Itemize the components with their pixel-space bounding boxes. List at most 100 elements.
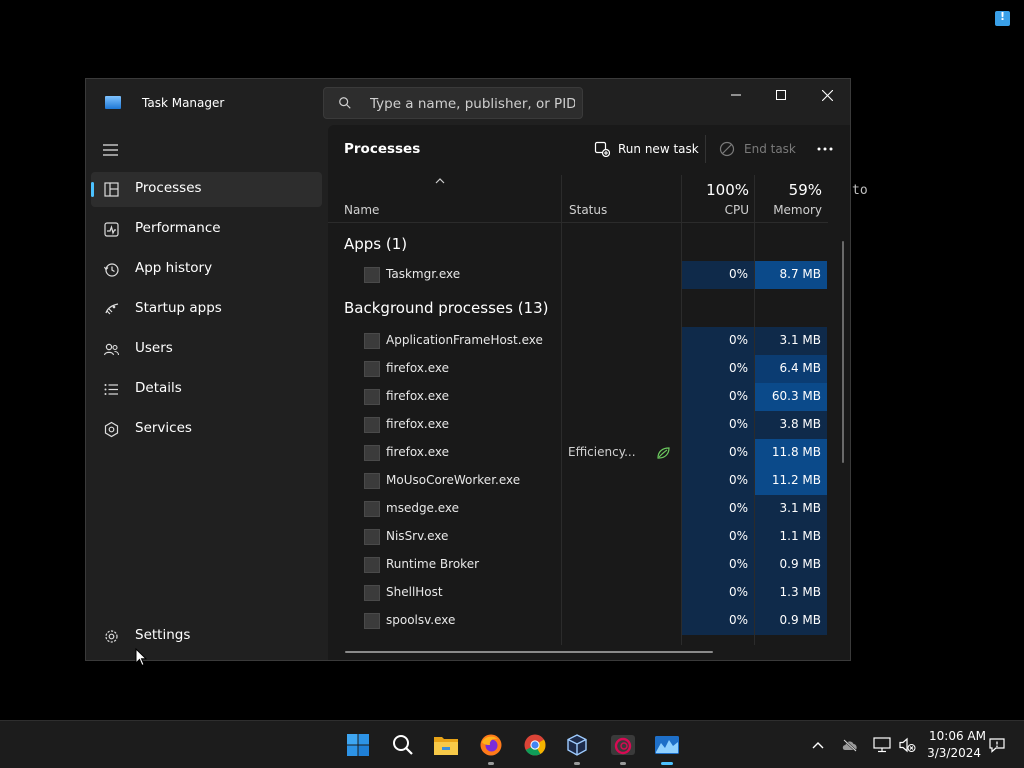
run-new-task-button[interactable]: Run new task — [594, 137, 699, 161]
close-button[interactable] — [804, 79, 850, 111]
cpu-value: 0% — [728, 333, 748, 347]
task-manager-window: Task Manager Processes Performance — [85, 78, 851, 661]
table-row[interactable]: ApplicationFrameHost.exe 0% 3.1 MB — [328, 327, 828, 355]
cpu-cell: 0% — [682, 523, 754, 551]
network-disconnected-icon — [873, 737, 891, 753]
taskbar-debian[interactable] — [607, 729, 639, 765]
settings-label: Settings — [135, 627, 191, 643]
sidebar-item-details[interactable]: Details — [91, 372, 322, 407]
clock-time[interactable]: 10:06 AM — [924, 729, 986, 743]
startup-apps-icon — [105, 303, 119, 315]
process-icon — [364, 529, 380, 545]
windows-start-icon — [347, 734, 369, 756]
show-hidden-icons-button[interactable] — [808, 735, 828, 755]
table-row[interactable]: Runtime Broker 0% 0.9 MB — [328, 551, 828, 579]
hamburger-menu-icon[interactable] — [100, 140, 122, 160]
onedrive-tray-button[interactable] — [840, 735, 860, 755]
memory-value: 0.9 MB — [779, 557, 821, 571]
horizontal-scrollbar[interactable] — [345, 651, 713, 653]
table-row[interactable]: MoUsoCoreWorker.exe 0% 11.2 MB — [328, 467, 828, 495]
notifications-button[interactable] — [987, 735, 1007, 755]
table-row[interactable]: firefox.exe Efficiency... 0% 11.8 MB — [328, 439, 828, 467]
memory-cell: 6.4 MB — [755, 355, 827, 383]
taskbar-virtualbox[interactable] — [561, 729, 593, 765]
column-header-memory[interactable]: Memory — [756, 203, 822, 217]
memory-value: 1.1 MB — [779, 529, 821, 543]
sidebar-item-startup-apps[interactable]: Startup apps — [91, 292, 322, 327]
table-row[interactable]: spoolsv.exe 0% 0.9 MB — [328, 607, 828, 635]
taskbar-firefox[interactable] — [475, 729, 507, 765]
taskbar-search-button[interactable] — [387, 729, 419, 761]
sidebar-item-services[interactable]: Services — [91, 412, 322, 447]
column-header-status[interactable]: Status — [569, 203, 607, 217]
process-name: ApplicationFrameHost.exe — [386, 333, 543, 347]
cpu-value: 0% — [728, 389, 748, 403]
sidebar-nav: Processes Performance App history Startu… — [91, 172, 322, 452]
search-box[interactable] — [323, 87, 583, 119]
table-row[interactable]: firefox.exe 0% 6.4 MB — [328, 355, 828, 383]
table-row[interactable]: firefox.exe 0% 3.8 MB — [328, 411, 828, 439]
cpu-value: 0% — [728, 501, 748, 515]
cpu-value: 0% — [728, 417, 748, 431]
cpu-value: 0% — [728, 361, 748, 375]
process-icon — [364, 473, 380, 489]
vertical-scrollbar[interactable] — [842, 241, 844, 463]
process-name: firefox.exe — [386, 361, 450, 375]
sidebar-item-label: App history — [135, 260, 213, 276]
more-options-button[interactable] — [813, 137, 837, 161]
sidebar-item-performance[interactable]: Performance — [91, 212, 322, 247]
cpu-value: 0% — [728, 613, 748, 627]
group-header-apps[interactable]: Apps (1) — [328, 223, 828, 261]
clock-date[interactable]: 3/3/2024 — [924, 746, 981, 760]
sidebar-item-label: Services — [135, 420, 192, 436]
efficiency-mode-leaf-icon — [657, 447, 670, 459]
more-icon — [817, 147, 833, 151]
maximize-button[interactable] — [758, 79, 804, 111]
sidebar-item-label: Details — [135, 380, 182, 396]
table-row[interactable]: Taskmgr.exe 0% 8.7 MB — [328, 261, 828, 289]
minimize-button[interactable] — [713, 79, 759, 111]
table-row[interactable]: firefox.exe 0% 60.3 MB — [328, 383, 828, 411]
taskbar-file-explorer[interactable] — [430, 729, 462, 761]
column-header-name[interactable]: Name — [344, 203, 379, 217]
group-header-background[interactable]: Background processes (13) — [328, 289, 828, 327]
run-new-task-label: Run new task — [618, 142, 699, 156]
process-icon — [364, 613, 380, 629]
running-indicator — [488, 762, 494, 765]
taskbar-task-manager[interactable] — [651, 729, 683, 765]
feedback-notification-icon[interactable] — [995, 10, 1010, 26]
cpu-cell: 0% — [682, 383, 754, 411]
taskbar-start-button[interactable] — [342, 729, 374, 761]
end-task-button[interactable]: End task — [719, 137, 796, 161]
sidebar-item-users[interactable]: Users — [91, 332, 322, 367]
end-task-label: End task — [744, 142, 796, 156]
end-task-icon — [719, 141, 735, 157]
file-explorer-icon — [434, 737, 458, 755]
sidebar-item-app-history[interactable]: App history — [91, 252, 322, 287]
title-bar[interactable]: Task Manager — [86, 79, 850, 125]
process-icon — [364, 333, 380, 349]
sidebar-item-processes[interactable]: Processes — [91, 172, 322, 207]
table-row[interactable]: ShellHost 0% 1.3 MB — [328, 579, 828, 607]
performance-icon — [104, 222, 119, 237]
taskbar-chrome[interactable] — [519, 729, 551, 761]
process-icon — [364, 267, 380, 283]
volume-tray-button[interactable] — [897, 735, 917, 755]
users-icon — [103, 343, 120, 356]
memory-cell: 1.1 MB — [755, 523, 827, 551]
memory-cell: 0.9 MB — [755, 607, 827, 635]
sort-ascending-icon[interactable] — [434, 177, 446, 185]
cpu-cell: 0% — [682, 551, 754, 579]
search-input[interactable] — [370, 94, 575, 114]
chevron-up-icon — [812, 742, 824, 749]
toolbar: Processes Run new task End task — [328, 125, 850, 173]
memory-cell: 8.7 MB — [755, 261, 827, 289]
table-row[interactable]: msedge.exe 0% 3.1 MB — [328, 495, 828, 523]
cpu-cell: 0% — [682, 439, 754, 467]
sidebar-item-label: Processes — [135, 180, 202, 196]
sidebar-item-settings[interactable]: Settings — [91, 619, 322, 654]
table-row[interactable]: NisSrv.exe 0% 1.1 MB — [328, 523, 828, 551]
network-tray-button[interactable] — [872, 735, 892, 755]
memory-value: 1.3 MB — [779, 585, 821, 599]
column-header-cpu[interactable]: CPU — [683, 203, 749, 217]
